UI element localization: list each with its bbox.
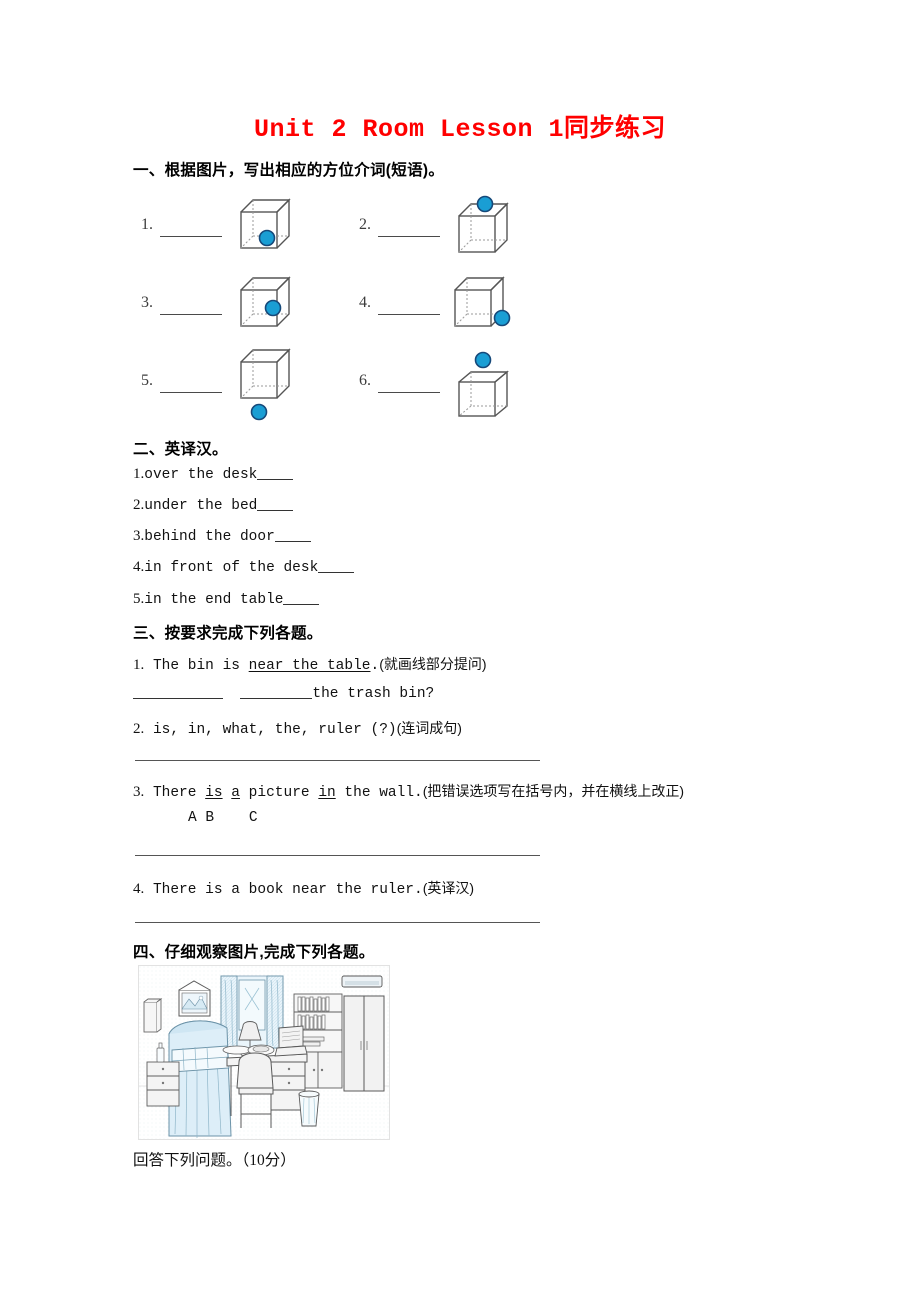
- section-3-q2-words: is, in, what, the, ruler (?): [152, 722, 397, 738]
- section-1-heading: 一、根据图片，写出相应的方位介词(短语)。: [133, 162, 445, 179]
- section-3-q4-text: There is a book near the ruler.: [152, 882, 423, 898]
- section-2-item-3-text: behind the door: [144, 529, 275, 545]
- cube-item-4-image: [451, 268, 513, 348]
- section-3-question-4: 4. There is a book near the ruler.(英译汉): [133, 878, 474, 898]
- section-3-question-1: 1. The bin is near the table.(就画线部分提问): [133, 654, 487, 674]
- cube-item-3-image: [233, 268, 295, 348]
- section-3-q1-prefix: The bin is: [152, 658, 249, 674]
- cube-item-1-answer-blank[interactable]: [160, 236, 222, 237]
- cube-item-1: 1.: [133, 190, 373, 270]
- section-2-item-1-number: 1.: [133, 466, 145, 482]
- cube-item-2-number: 2.: [359, 216, 371, 233]
- cube-item-3: 3.: [133, 268, 373, 348]
- section-3-q3-choice-labels: A B C: [188, 810, 258, 826]
- section-3-q1-suffix: .: [370, 658, 380, 674]
- section-3-q3-part4: the wall.: [335, 785, 423, 801]
- section-2-item-5-text: in the end table: [144, 592, 284, 608]
- cube-item-6-image: [451, 346, 513, 426]
- cube-item-5-answer-blank[interactable]: [160, 392, 222, 393]
- section-3-q3-choice-c: in: [318, 785, 336, 801]
- section-2-item-1-text: over the desk: [144, 467, 258, 483]
- section-2-item-2: 2.under the bed: [133, 497, 294, 514]
- section-2-item-4: 4.in front of the desk: [133, 559, 355, 576]
- worksheet-page: Unit 2 Room Lesson 1同步练习 一、根据图片，写出相应的方位介…: [0, 0, 920, 1302]
- section-3-q4-answer-line[interactable]: [135, 922, 540, 923]
- cube-item-3-number: 3.: [141, 294, 153, 311]
- section-2-item-5-number: 5.: [133, 591, 145, 607]
- section-3-q1-blank-2[interactable]: [240, 698, 313, 699]
- cube-item-3-answer-blank[interactable]: [160, 314, 222, 315]
- cube-item-4-answer-blank[interactable]: [378, 314, 440, 315]
- section-2-item-5-blank[interactable]: [283, 604, 320, 605]
- section-3-q1-blank-1[interactable]: [133, 698, 223, 699]
- section-2-item-5: 5.in the end table: [133, 591, 320, 608]
- cube-item-5: 5.: [133, 346, 373, 426]
- section-3-q1-number: 1.: [133, 657, 145, 673]
- section-2-item-3-blank[interactable]: [274, 541, 311, 542]
- cube-item-1-number: 1.: [141, 216, 153, 233]
- cube-item-4: 4.: [351, 268, 591, 348]
- section-3-q1-instruction: (就画线部分提问): [379, 656, 487, 672]
- section-2-item-3-number: 3.: [133, 528, 145, 544]
- section-2-heading: 二、英译汉。: [133, 441, 228, 458]
- section-2-item-3: 3.behind the door: [133, 528, 311, 545]
- cube-item-2-answer-blank[interactable]: [378, 236, 440, 237]
- section-3-q2-answer-line[interactable]: [135, 760, 540, 761]
- section-3-q3-part3: picture: [239, 785, 319, 801]
- section-3-q3-number: 3.: [133, 784, 145, 800]
- section-2-item-2-number: 2.: [133, 497, 145, 513]
- bedroom-picture: [138, 965, 390, 1140]
- section-3-q3-instruction: (把错误选项写在括号内，并在横线上改正): [422, 783, 685, 799]
- section-3-q3-choice-a: is: [205, 785, 223, 801]
- section-2-item-4-blank[interactable]: [318, 572, 355, 573]
- cube-item-6-answer-blank[interactable]: [378, 392, 440, 393]
- section-3-q4-instruction: (英译汉): [422, 880, 475, 896]
- cube-item-5-number: 5.: [141, 372, 153, 389]
- section-3-q1-answer-row: the trash bin?: [133, 686, 434, 702]
- cube-item-2: 2.: [351, 190, 591, 270]
- cube-item-1-image: [233, 190, 295, 270]
- cube-item-6: 6.: [351, 346, 591, 426]
- section-3-q2-instruction: (连词成句): [396, 720, 462, 736]
- section-2-item-4-number: 4.: [133, 559, 145, 575]
- cube-exercise-grid: 1. 2. 3. 4. 5. 6.: [133, 190, 653, 430]
- page-title-english: Unit 2 Room Lesson 1: [253, 115, 565, 144]
- section-3-q4-number: 4.: [133, 881, 145, 897]
- section-2-item-1-blank[interactable]: [257, 479, 294, 480]
- section-2-item-1: 1.over the desk: [133, 466, 294, 483]
- section-2-item-2-text: under the bed: [144, 498, 258, 514]
- section-3-q1-answer-tail: the trash bin?: [312, 686, 435, 702]
- section-4-heading: 四、仔细观察图片,完成下列各题。: [133, 944, 375, 961]
- cube-item-2-image: [451, 190, 513, 270]
- section-3-question-3: 3. There is a picture in the wall.(把错误选项…: [133, 781, 684, 801]
- section-3-q3-answer-line[interactable]: [135, 855, 540, 856]
- section-3-q3-part1: There: [152, 785, 206, 801]
- section-3-q2-number: 2.: [133, 721, 145, 737]
- section-2-item-2-blank[interactable]: [257, 510, 294, 511]
- section-3-q3-choice-b: a: [231, 785, 240, 801]
- page-title-chinese: 同步练习: [564, 114, 667, 142]
- cube-item-6-number: 6.: [359, 372, 371, 389]
- section-3-question-2: 2. is, in, what, the, ruler (?)(连词成句): [133, 718, 462, 738]
- cube-item-5-image: [233, 346, 295, 426]
- page-title: Unit 2 Room Lesson 1同步练习: [130, 108, 790, 144]
- section-4-bottom-note: 回答下列问题。（10分）: [133, 1152, 296, 1169]
- cube-item-4-number: 4.: [359, 294, 371, 311]
- section-3-q3-part2: [223, 785, 232, 801]
- section-3-heading: 三、按要求完成下列各题。: [133, 625, 323, 642]
- section-3-q1-underlined-part: near the table: [248, 658, 371, 674]
- section-2-item-4-text: in front of the desk: [144, 560, 319, 576]
